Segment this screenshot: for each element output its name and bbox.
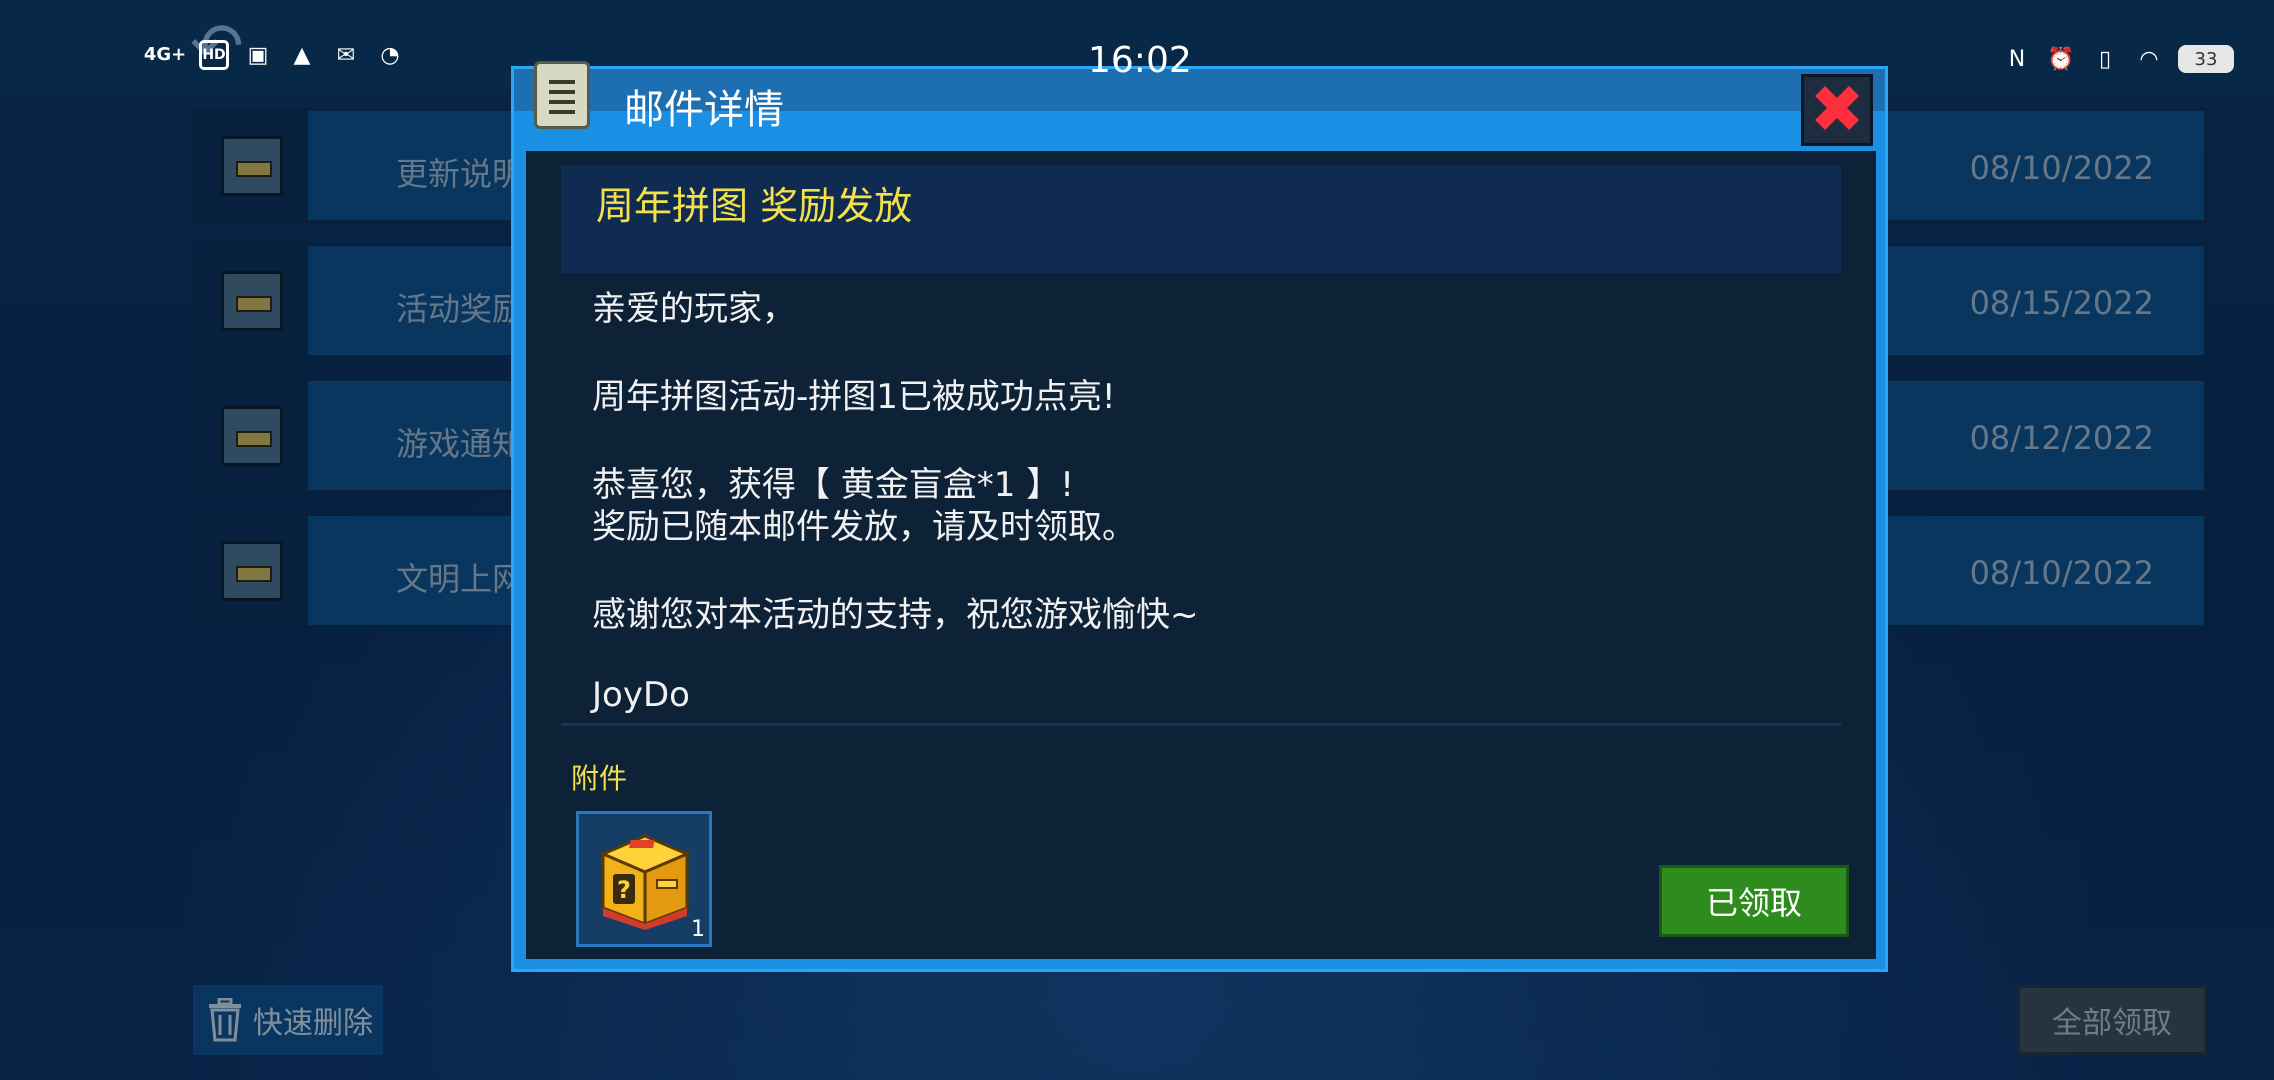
wifi-icon: ◠ <box>2139 46 2159 72</box>
divider <box>561 723 1841 726</box>
claimed-button-label: 已领取 <box>1705 884 1802 922</box>
mail-greeting: 亲爱的玩家， <box>592 289 796 329</box>
mail-subject: 周年拼图 奖励发放 <box>596 184 913 228</box>
attachment-label: 附件 <box>571 762 628 795</box>
gauge-icon: ◔ <box>380 42 400 68</box>
status-left-icons: 4G+ HD ▣ ▲ ✉ ◔ <box>143 40 405 70</box>
golden-mystery-box-icon: ? <box>599 834 691 930</box>
mail-line: 感谢您对本活动的支持，祝您游戏愉快~ <box>592 595 1199 635</box>
status-right-icons: N ⏰ ▯ ◠ 33 <box>2002 44 2234 74</box>
claimed-button[interactable]: 已领取 <box>1659 865 1849 937</box>
mail-line: 奖励已随本邮件发放，请及时领取。 <box>592 507 1136 547</box>
mail-detail-dialog: 邮件详情 ✖ 周年拼图 奖励发放 亲爱的玩家， 周年拼图活动-拼图1已被成功点亮… <box>511 61 1888 972</box>
penguin-icon: ▲ <box>293 42 311 68</box>
dialog-body: 周年拼图 奖励发放 亲爱的玩家， 周年拼图活动-拼图1已被成功点亮! 恭喜您，获… <box>526 151 1876 959</box>
clock: 16:02 <box>1088 40 1192 81</box>
attachment-slot[interactable]: ? 1 <box>576 811 712 947</box>
mail-header: 周年拼图 奖励发放 <box>561 165 1841 273</box>
mail-signature: JoyDo <box>592 675 690 715</box>
vibrate-icon: ▯ <box>2098 46 2112 72</box>
mail-icon: ✉ <box>336 42 356 68</box>
battery-icon: 33 <box>2178 45 2234 73</box>
network-4g-icon: 4G+ <box>143 44 187 65</box>
nfc-icon: N <box>2008 46 2026 72</box>
status-bar: ↶ 4G+ HD ▣ ▲ ✉ ◔ 16:02 N ⏰ ▯ ◠ 33 <box>0 0 2274 90</box>
svg-text:?: ? <box>617 876 631 904</box>
attachment-count: 1 <box>691 917 705 942</box>
app-icon: ▣ <box>247 42 269 68</box>
alarm-icon: ⏰ <box>2047 46 2075 72</box>
mail-line: 周年拼图活动-拼图1已被成功点亮! <box>592 377 1116 417</box>
hd-icon: HD <box>199 40 229 70</box>
